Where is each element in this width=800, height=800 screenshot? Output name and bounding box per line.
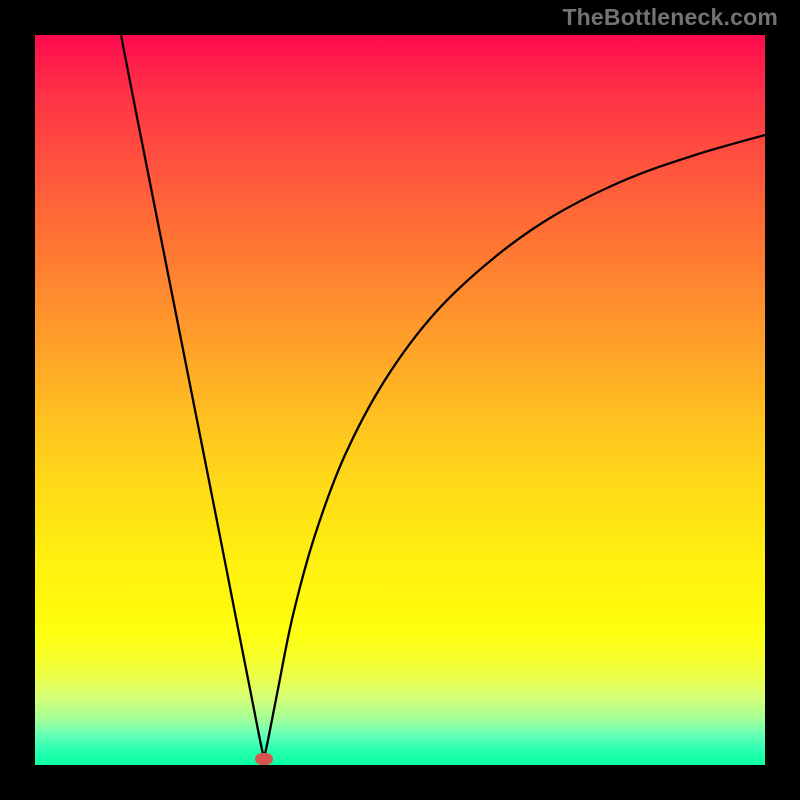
curve-left-branch — [121, 35, 264, 759]
attribution-text: TheBottleneck.com — [562, 4, 778, 31]
curve-layer — [35, 35, 765, 765]
minimum-marker — [255, 753, 273, 765]
plot-area — [35, 35, 765, 765]
chart-canvas: TheBottleneck.com — [0, 0, 800, 800]
curve-right-branch — [264, 135, 765, 759]
